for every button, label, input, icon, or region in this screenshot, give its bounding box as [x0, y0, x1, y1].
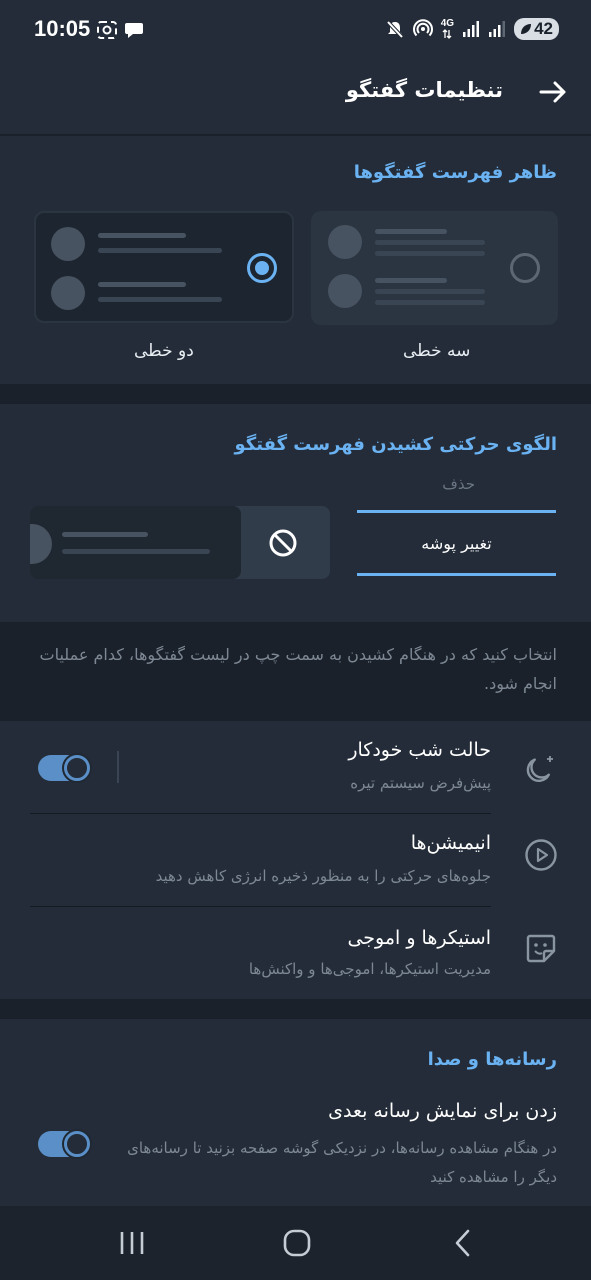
avatar-placeholder — [328, 225, 362, 259]
toggle-separator — [117, 751, 119, 783]
battery-icon: 42 — [514, 18, 559, 40]
signal-icon — [489, 21, 506, 37]
avatar-placeholder — [51, 276, 85, 310]
auto-night-toggle[interactable] — [38, 753, 92, 783]
leaf-icon — [521, 24, 532, 34]
page-title: تنظیمات گفتگو — [345, 78, 503, 102]
hotspot-icon — [412, 19, 433, 37]
line-placeholder — [375, 300, 485, 305]
row-title: انیمیشن‌ها — [410, 832, 491, 854]
section-title: رسانه‌ها و صدا — [427, 1049, 557, 1070]
swipe-preview — [30, 506, 330, 579]
line-placeholder — [62, 549, 210, 554]
toggle-knob — [64, 755, 90, 781]
section-title: الگوی حرکتی کشیدن فهرست گفتگو — [234, 434, 557, 455]
swipe-chat-preview — [30, 506, 241, 579]
line-placeholder — [375, 278, 447, 283]
two-line-option[interactable] — [34, 211, 294, 323]
avatar-placeholder — [328, 274, 362, 308]
animations-row[interactable]: انیمیشن‌ها جلوه‌های حرکتی را به منظور ذخ… — [0, 814, 591, 906]
network-type: 4G — [441, 19, 454, 39]
row-title: استیکرها و اموجی — [347, 927, 491, 949]
line-placeholder — [98, 297, 222, 302]
row-title: حالت شب خودکار — [348, 739, 491, 761]
data-arrows-icon — [442, 29, 452, 39]
line-placeholder — [375, 289, 485, 294]
status-left-icons — [96, 20, 144, 40]
line-placeholder — [375, 251, 485, 256]
chat-bubble-icon — [125, 23, 143, 38]
avatar-placeholder — [51, 227, 85, 261]
status-bar: 10:05 4G 42 — [0, 0, 591, 62]
row-subtitle: مدیریت استیکرها، اموجی‌ها و واکنش‌ها — [248, 960, 491, 978]
block-icon — [269, 529, 297, 557]
line-placeholder — [62, 532, 148, 537]
line-placeholder — [98, 233, 186, 238]
toggle-knob — [64, 1131, 90, 1157]
moon-icon — [526, 756, 553, 782]
radio-selected[interactable] — [247, 253, 277, 283]
swipe-option-change-folder[interactable]: تغییر پوشه — [357, 510, 556, 576]
stickers-emoji-row[interactable]: استیکرها و اموجی مدیریت استیکرها، اموجی‌… — [0, 907, 591, 999]
auto-night-row[interactable]: حالت شب خودکار پیش‌فرض سیستم تیره — [0, 721, 591, 813]
line-placeholder — [98, 282, 186, 287]
app-bar: تنظیمات گفتگو — [0, 62, 591, 134]
three-line-option[interactable] — [311, 211, 558, 325]
battery-level: 42 — [534, 19, 553, 38]
home-icon[interactable] — [279, 1228, 315, 1258]
status-time: 10:05 — [34, 16, 91, 41]
tap-next-media-row[interactable]: زدن برای نمایش رسانه بعدی در هنگام مشاهد… — [0, 1090, 591, 1206]
signal-icon — [463, 21, 480, 37]
mute-icon — [386, 20, 404, 39]
row-subtitle: پیش‌فرض سیستم تیره — [350, 774, 491, 792]
swipe-action-label: حذف — [442, 475, 475, 493]
line-placeholder — [375, 229, 447, 234]
avatar-placeholder — [30, 524, 52, 564]
section-title: ظاهر فهرست گفتگوها — [353, 162, 557, 183]
network-type-label: 4G — [440, 18, 455, 29]
recents-icon[interactable] — [114, 1228, 150, 1258]
sticker-icon — [526, 934, 556, 963]
status-right-icons: 4G 42 — [385, 18, 559, 40]
navigation-bar — [0, 1206, 591, 1280]
radio-unselected[interactable] — [510, 253, 540, 283]
row-subtitle: جلوه‌های حرکتی را به منظور ذخیره انرژی ک… — [155, 867, 491, 885]
swipe-description: انتخاب کنید که در هنگام کشیدن به سمت چپ … — [39, 645, 557, 693]
line-placeholder — [98, 248, 222, 253]
tap-next-media-toggle[interactable] — [38, 1129, 92, 1159]
play-circle-icon — [525, 839, 557, 871]
two-line-label: دو خطی — [134, 341, 194, 361]
back-icon[interactable] — [445, 1228, 481, 1258]
screenshot-icon — [97, 21, 117, 39]
row-title: زدن برای نمایش رسانه بعدی — [328, 1100, 557, 1122]
line-placeholder — [375, 240, 485, 245]
row-subtitle: در هنگام مشاهده رسانه‌ها، در نزدیکی گوشه… — [127, 1139, 557, 1186]
back-arrow-icon[interactable] — [537, 76, 569, 108]
three-line-label: سه خطی — [403, 341, 471, 361]
